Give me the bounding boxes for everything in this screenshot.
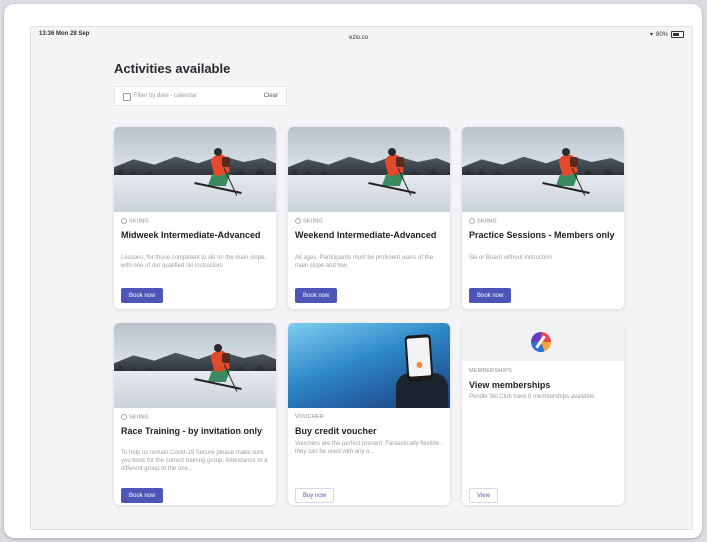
category-tag: MEMBERSHIPS xyxy=(469,368,512,374)
calendar-icon xyxy=(123,93,131,101)
activity-card-weekend: SKIING Weekend Intermediate-Advanced All… xyxy=(288,127,450,309)
ipad-frame: 13:36 Mon 28 Sep ezlo.co ▾ 80% Activitie… xyxy=(4,4,702,538)
club-logo-area xyxy=(462,323,624,361)
card-description: To help us remain Covid-19 Secure please… xyxy=(121,450,268,472)
card-title: View memberships xyxy=(469,380,551,390)
category-tag: SKIING xyxy=(295,218,323,224)
card-title: Buy credit voucher xyxy=(295,426,377,436)
activity-card-midweek: SKIING Midweek Intermediate-Advanced Les… xyxy=(114,127,276,309)
ski-icon xyxy=(295,218,301,224)
status-indicators: ▾ 80% xyxy=(650,31,684,38)
buy-now-button[interactable]: Buy now xyxy=(295,488,335,503)
status-time: 13:36 Mon 28 Sep xyxy=(39,31,90,37)
skier-photo xyxy=(462,127,624,212)
clear-filter-button[interactable]: Clear xyxy=(264,93,278,99)
card-description: All ages. Participants must be proficien… xyxy=(295,255,434,269)
card-title: Midweek Intermediate-Advanced xyxy=(121,230,261,240)
ski-icon xyxy=(469,218,475,224)
category-tag: VOUCHER xyxy=(295,414,324,420)
skier-photo xyxy=(288,127,450,212)
battery-icon xyxy=(671,31,684,38)
page-title: Activities available xyxy=(114,61,231,76)
view-button[interactable]: View xyxy=(469,488,498,503)
skier-photo xyxy=(114,323,276,408)
wifi-icon: ▾ xyxy=(649,32,653,38)
book-now-button[interactable]: Book now xyxy=(121,488,164,503)
date-filter-input[interactable]: Filter by date - calendar Clear xyxy=(114,86,287,106)
battery-percent: 80% xyxy=(655,31,668,38)
book-now-button[interactable]: Book now xyxy=(295,288,338,303)
club-logo-icon xyxy=(531,332,551,352)
activity-card-race-training: SKIING Race Training - by invitation onl… xyxy=(114,323,276,505)
category-tag: SKIING xyxy=(469,218,497,224)
book-now-button[interactable]: Book now xyxy=(469,288,512,303)
card-title: Race Training - by invitation only xyxy=(121,426,263,436)
category-tag: SKIING xyxy=(121,414,149,420)
card-description: Pendle Ski Club have 8 memberships avail… xyxy=(469,394,595,400)
memberships-card: MEMBERSHIPS View memberships Pendle Ski … xyxy=(462,323,624,505)
browser-screen: 13:36 Mon 28 Sep ezlo.co ▾ 80% Activitie… xyxy=(30,26,693,530)
card-title: Weekend Intermediate-Advanced xyxy=(295,230,437,240)
category-tag: SKIING xyxy=(121,218,149,224)
ski-icon xyxy=(121,414,127,420)
card-description: Vouchers are the perfect present. Fantas… xyxy=(295,441,443,455)
card-title: Practice Sessions - Members only xyxy=(469,230,615,240)
phone-photo xyxy=(288,323,450,408)
ski-icon xyxy=(121,218,127,224)
status-bar: 13:36 Mon 28 Sep ezlo.co ▾ 80% xyxy=(31,27,692,41)
address-bar-url[interactable]: ezlo.co xyxy=(349,35,368,41)
card-description: Lessons, for those competent to ski on t… xyxy=(121,255,267,269)
filter-placeholder: Filter by date - calendar xyxy=(134,93,198,99)
activity-card-practice: SKIING Practice Sessions - Members only … xyxy=(462,127,624,309)
card-description: Ski or Board without instruction xyxy=(469,255,552,261)
book-now-button[interactable]: Book now xyxy=(121,288,164,303)
skier-photo xyxy=(114,127,276,212)
voucher-card: VOUCHER Buy credit voucher Vouchers are … xyxy=(288,323,450,505)
